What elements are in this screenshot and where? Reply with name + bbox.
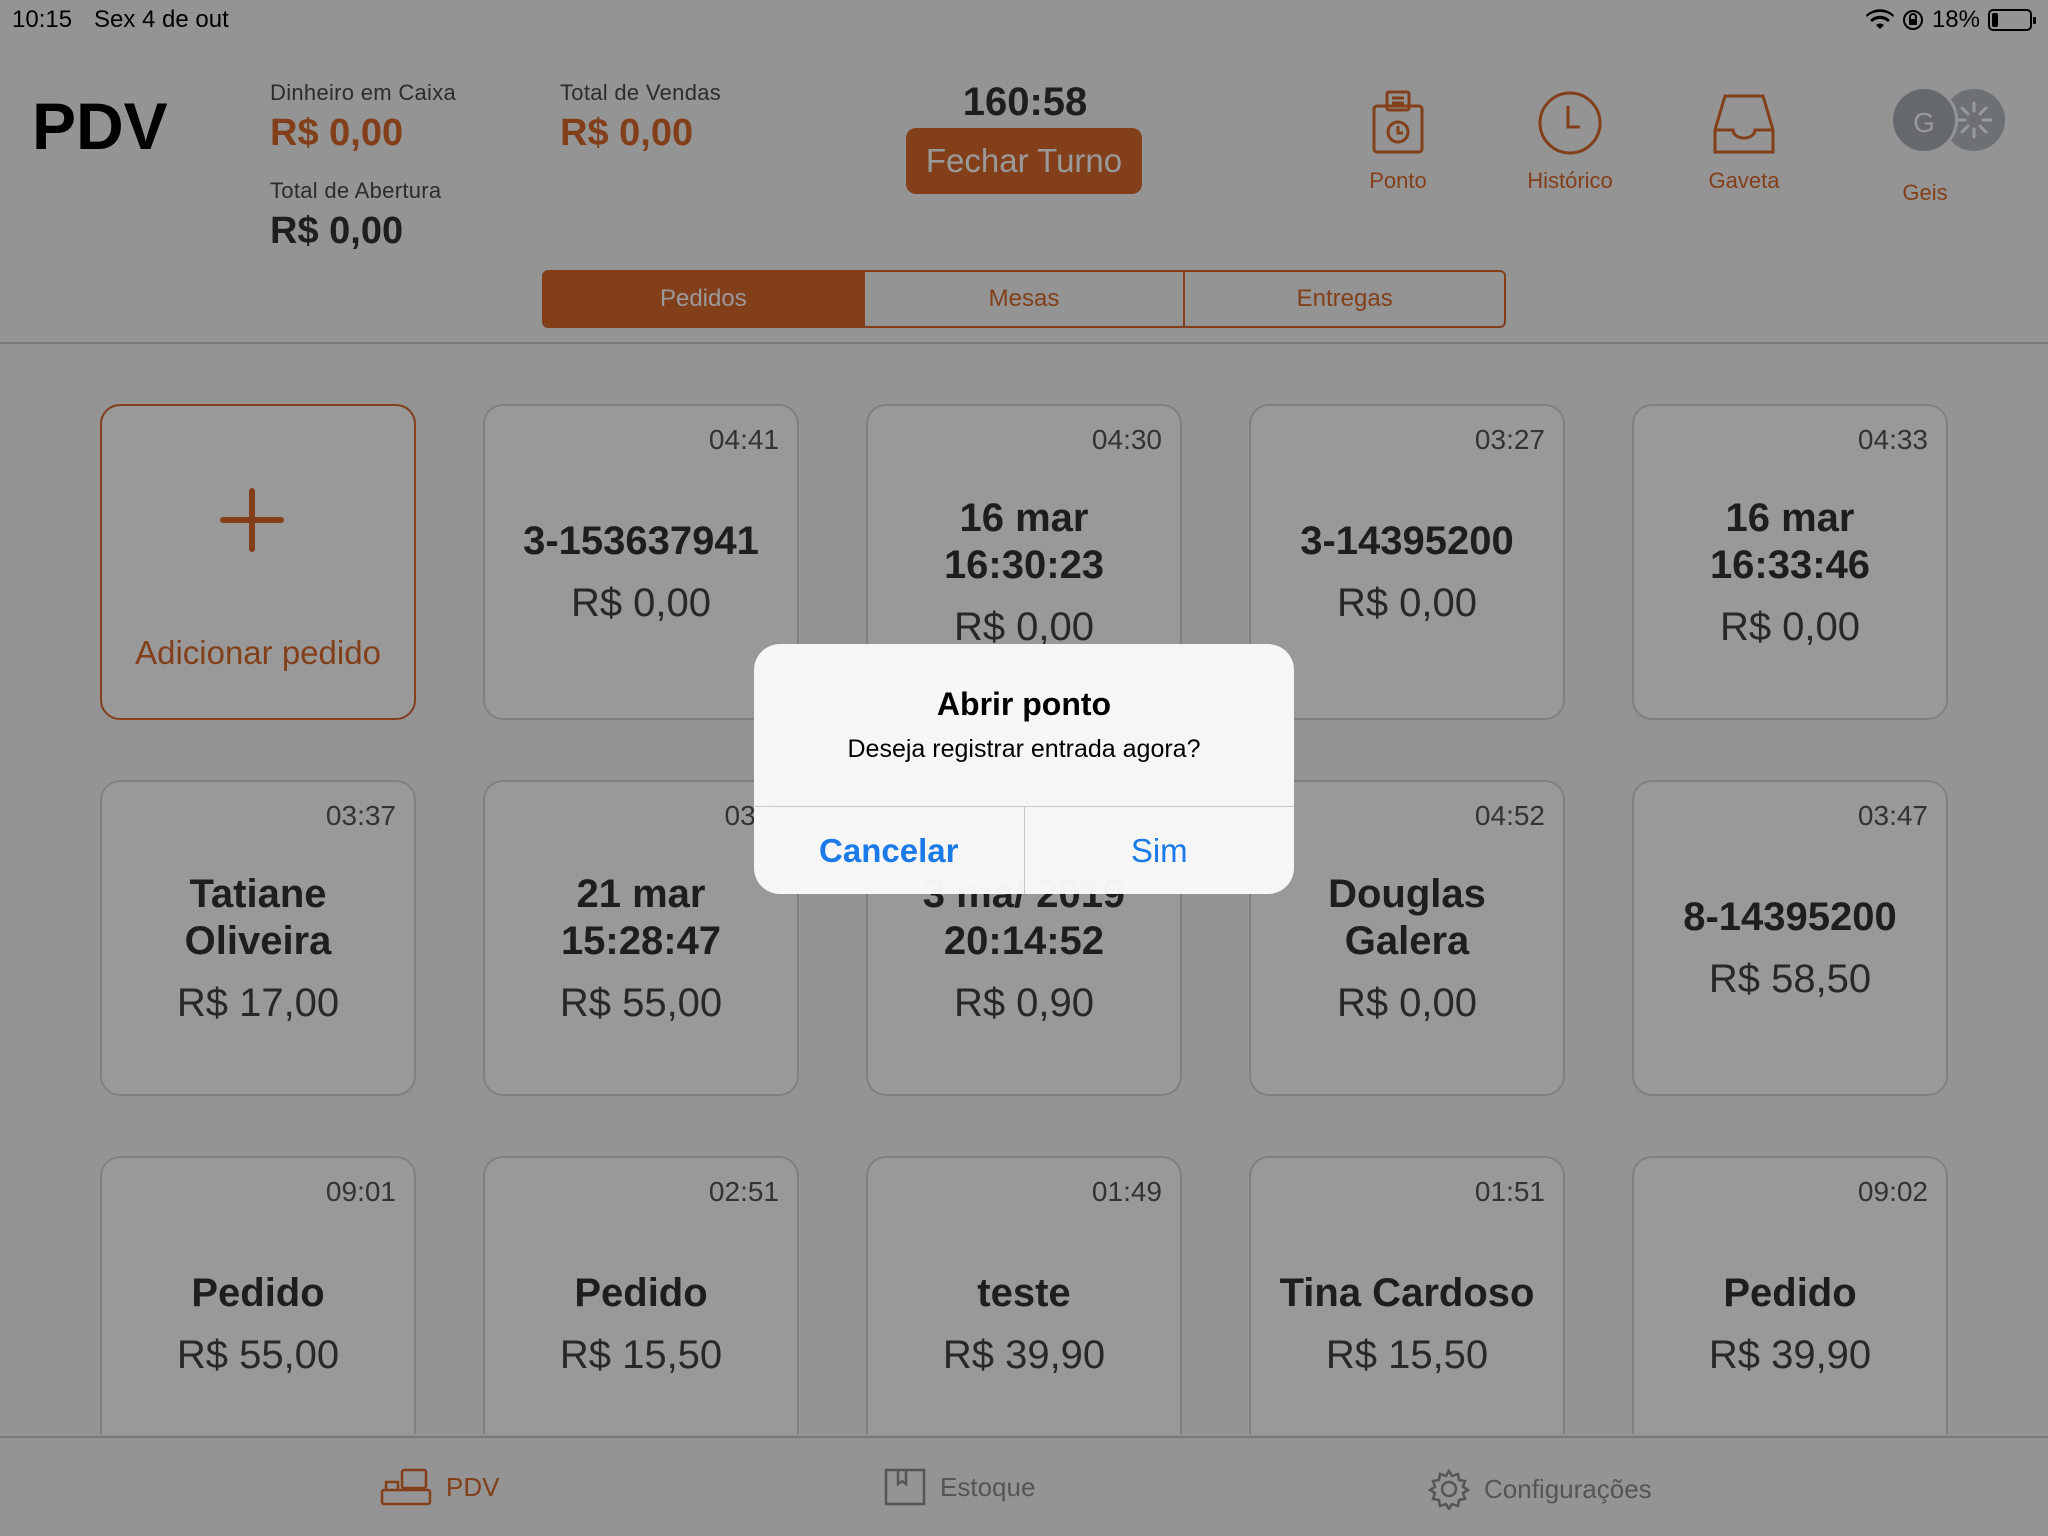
alert-title: Abrir ponto (936, 686, 1112, 722)
cancel-button[interactable]: Cancelar (754, 807, 1025, 894)
alert-message: Deseja registrar entrada agora? (847, 735, 1201, 763)
alert-buttons: Cancelar Sim (754, 806, 1294, 894)
alert-dialog: Abrir ponto Deseja registrar entrada ago… (754, 644, 1294, 894)
confirm-button[interactable]: Sim (1025, 807, 1295, 894)
